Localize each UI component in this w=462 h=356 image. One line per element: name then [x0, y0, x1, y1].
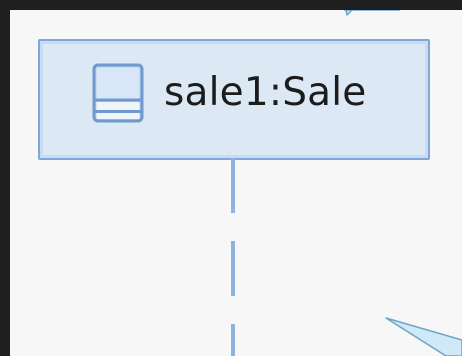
class-icon [92, 63, 144, 123]
lifeline-dashed-line [231, 158, 235, 356]
diagram-canvas: sale1:Sale [10, 10, 462, 356]
bottom-callout [385, 317, 462, 356]
top-callout [344, 10, 400, 16]
lifeline-label: sale1:Sale [164, 70, 367, 115]
lifeline-head[interactable]: sale1:Sale [38, 39, 430, 160]
